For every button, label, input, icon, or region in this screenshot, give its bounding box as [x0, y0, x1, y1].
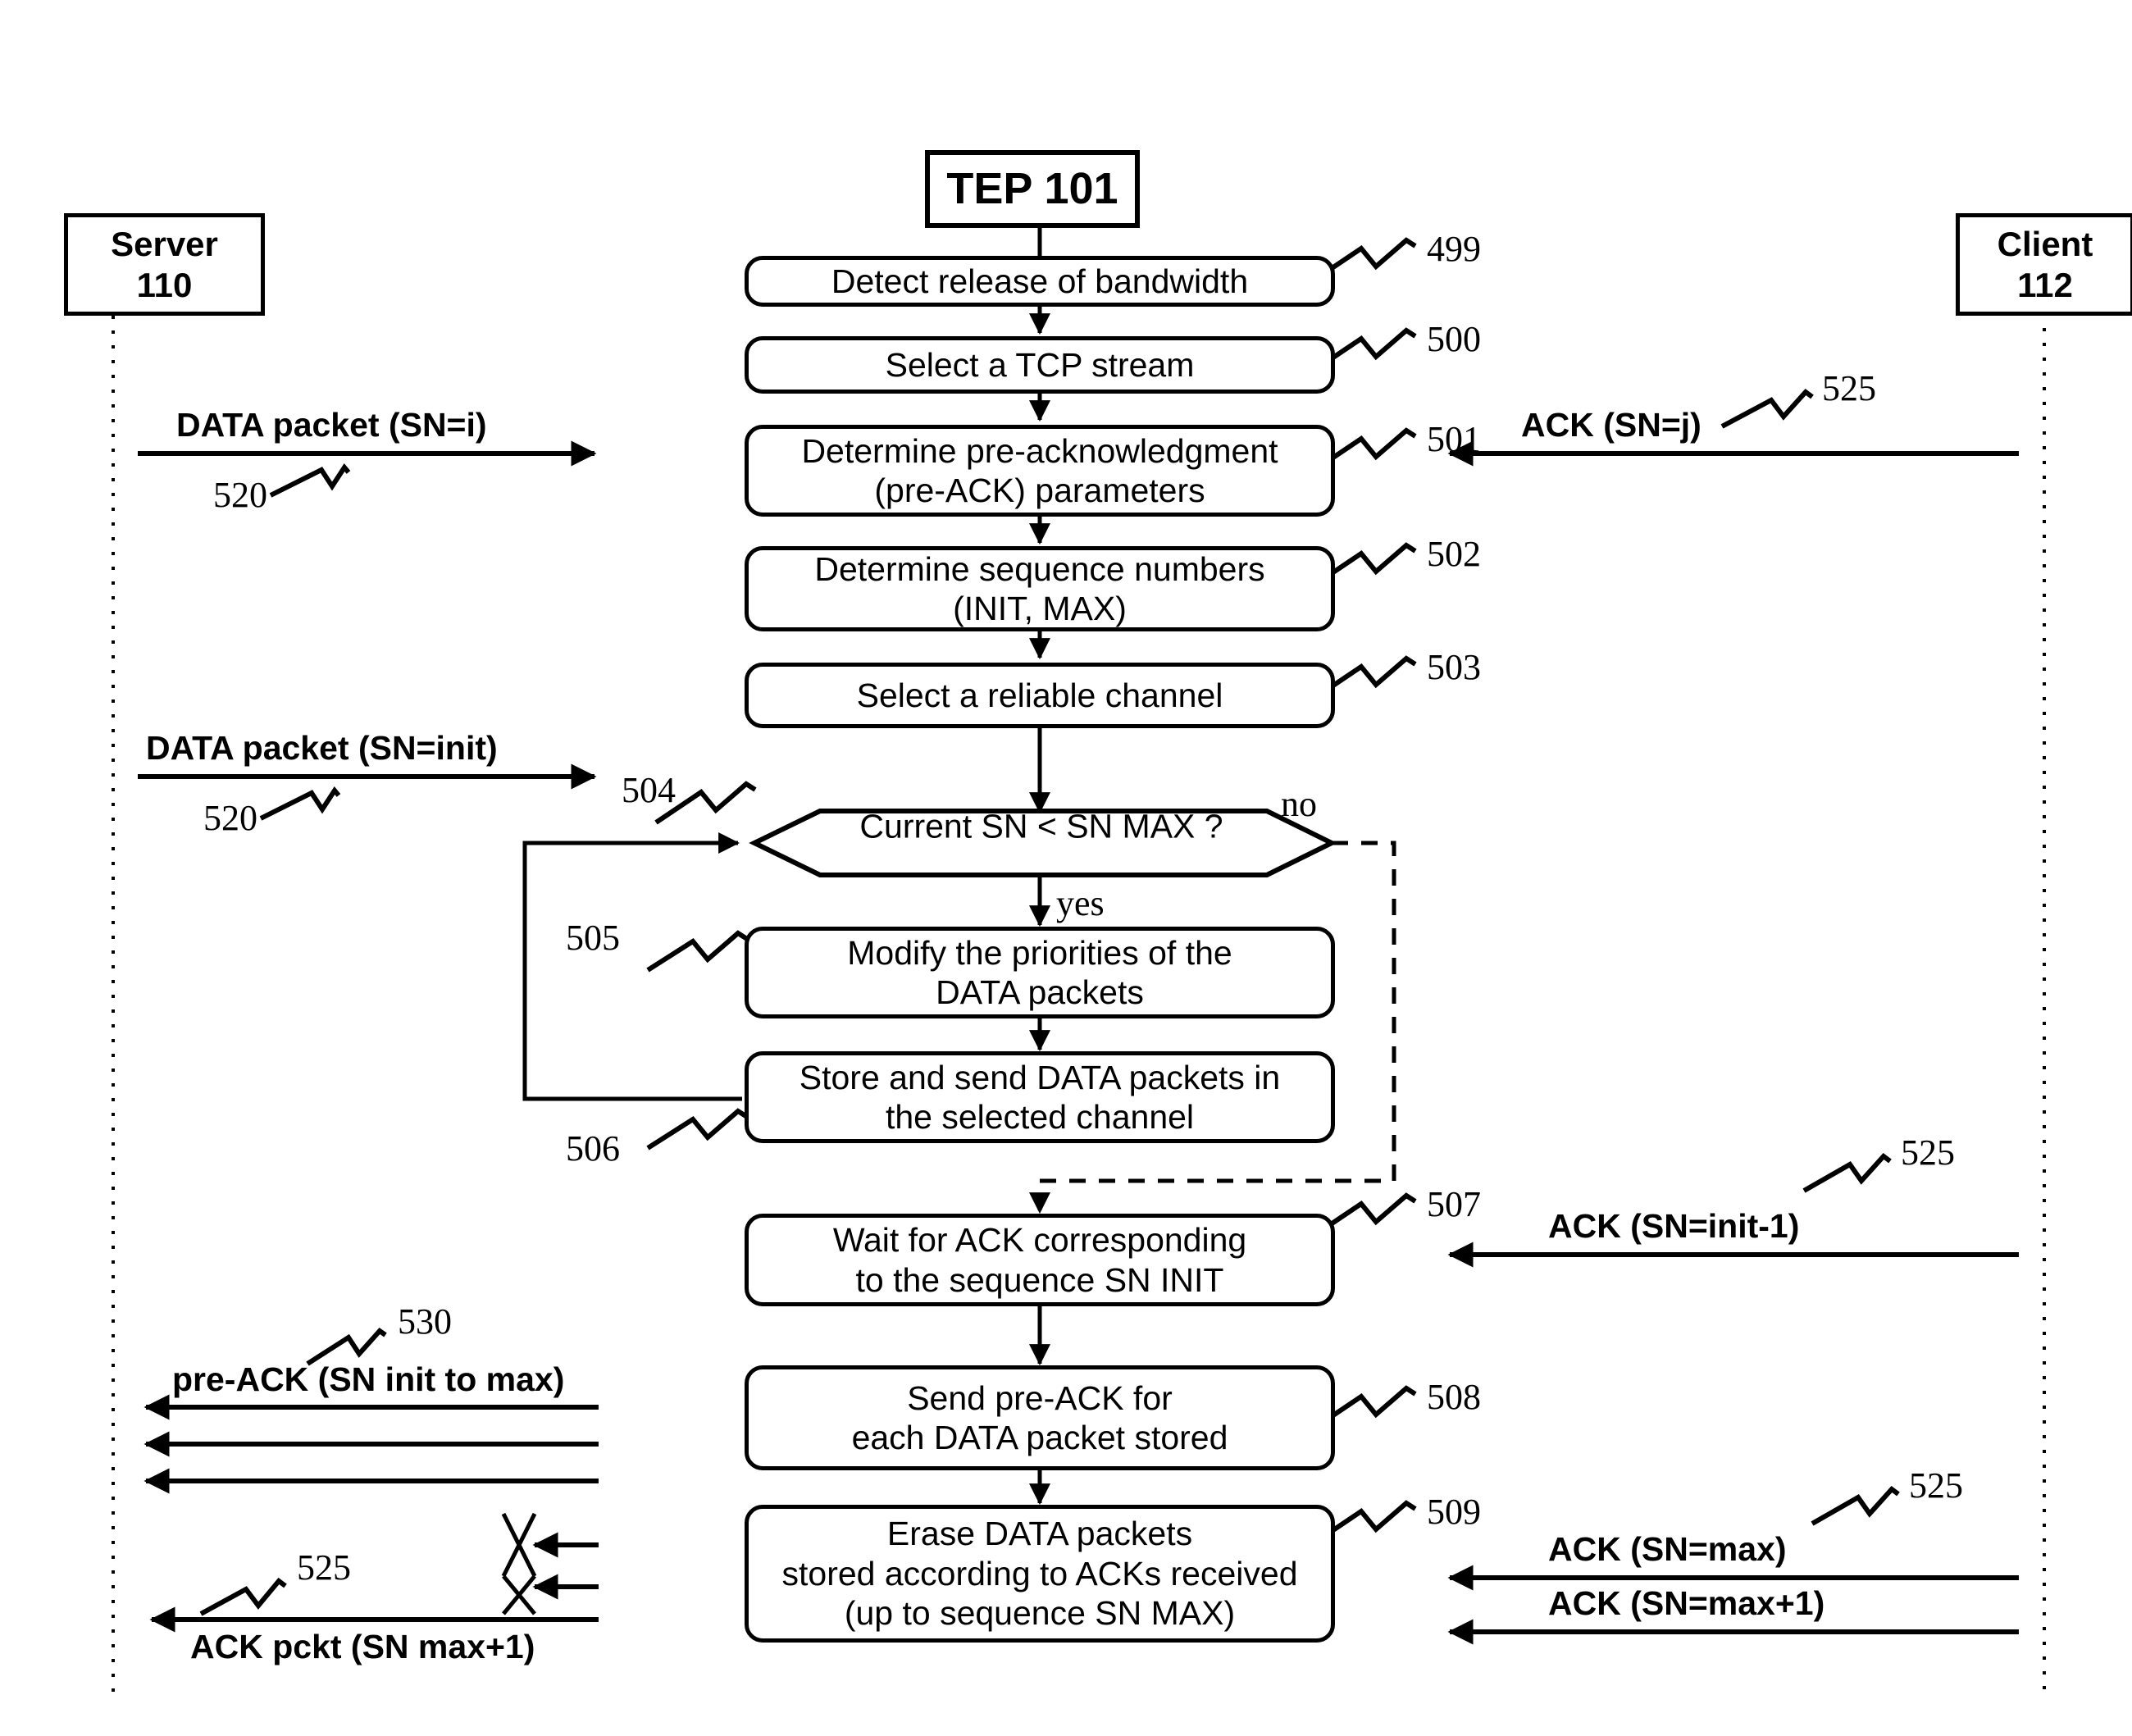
ref-squiggle-520-b — [259, 786, 341, 821]
ref-number-530: 530 — [398, 1301, 452, 1342]
ref-number-525-left: 525 — [297, 1547, 351, 1588]
ref-squiggle-520-a — [269, 462, 351, 498]
ref-squiggle-525-b — [1802, 1152, 1892, 1193]
step-507-wait-for-ack: Wait for ACK corresponding to the sequen… — [745, 1214, 1335, 1306]
step-507-line1: Wait for ACK corresponding — [832, 1221, 1247, 1260]
ref-number-501: 501 — [1427, 419, 1481, 459]
ref-number-508: 508 — [1427, 1377, 1481, 1417]
ref-squiggle-506 — [646, 1108, 749, 1150]
step-500-select-a-tcp-stream: Select a TCP stream — [745, 336, 1335, 394]
step-507-line2: to the sequence SN INIT — [855, 1260, 1224, 1299]
step-509-line2: stored according to ACKs received — [781, 1554, 1298, 1592]
label-preack-sn-init-to-max: pre-ACK (SN init to max) — [172, 1360, 565, 1398]
ref-number-507: 507 — [1427, 1184, 1481, 1224]
step-508-send-preack: Send pre-ACK for each DATA packet stored — [745, 1365, 1335, 1470]
ref-squiggle-525-c — [1811, 1485, 1900, 1526]
server-label: Server — [111, 224, 218, 263]
step-503-select-a-reliable-channel: Select a reliable channel — [745, 663, 1335, 728]
step-503-text: Select a reliable channel — [856, 676, 1223, 714]
step-505-line1: Modify the priorities of the — [847, 933, 1232, 972]
step-505-line2: DATA packets — [936, 973, 1144, 1011]
ref-number-509: 509 — [1427, 1492, 1481, 1532]
ref-number-525-a: 525 — [1822, 368, 1876, 408]
connector-loopback-506-to-decision — [522, 832, 742, 1101]
step-509-line3: (up to sequence SN MAX) — [844, 1594, 1236, 1633]
step-502-determine-sequence-numbers: Determine sequence numbers (INIT, MAX) — [745, 546, 1335, 631]
decision-yes-label: yes — [1056, 883, 1105, 923]
diagram-canvas: Server 110 Client 112 TEP 101 Detect rel… — [0, 0, 2132, 1736]
step-501-line1: Determine pre-acknowledgment — [801, 431, 1278, 470]
step-501-determine-preack-parameters: Determine pre-acknowledgment (pre-ACK) p… — [745, 425, 1335, 517]
label-ack-sn-init-1: ACK (SN=init-1) — [1548, 1207, 1800, 1245]
ref-number-503: 503 — [1427, 647, 1481, 687]
ref-squiggle-530 — [306, 1327, 387, 1366]
step-505-modify-priorities: Modify the priorities of the DATA packet… — [745, 927, 1335, 1018]
server-endpoint-box: Server 110 — [64, 213, 265, 316]
client-label: Client — [1997, 224, 2093, 263]
step-501-line2: (pre-ACK) parameters — [874, 472, 1205, 509]
step-500-text: Select a TCP stream — [885, 345, 1195, 384]
ref-number-525-b: 525 — [1901, 1132, 1955, 1173]
step-506-line1: Store and send DATA packets in — [799, 1058, 1281, 1096]
ref-number-505: 505 — [566, 918, 620, 958]
step-506-line2: the selected channel — [885, 1098, 1195, 1136]
ref-number-520-b: 520 — [203, 798, 257, 838]
decision-504-text: Current SN < SN MAX ? — [859, 807, 1223, 845]
ref-number-506: 506 — [566, 1128, 620, 1169]
ref-squiggle-525-left — [199, 1577, 287, 1616]
ref-number-502: 502 — [1427, 534, 1481, 574]
step-502-line1: Determine sequence numbers — [814, 549, 1265, 588]
label-data-packet-sn-i: DATA packet (SN=i) — [176, 406, 487, 444]
tep-label: TEP 101 — [946, 163, 1118, 213]
step-502-line2: (INIT, MAX) — [953, 590, 1127, 627]
ref-number-520-a: 520 — [213, 475, 267, 515]
ref-number-499: 499 — [1427, 229, 1481, 269]
ref-number-525-c: 525 — [1909, 1465, 1963, 1506]
step-506-store-and-send-data-packets: Store and send DATA packets in the selec… — [745, 1051, 1335, 1143]
label-data-packet-sn-init: DATA packet (SN=init) — [146, 729, 498, 767]
step-499-detect-release-of-bandwidth: Detect release of bandwidth — [745, 256, 1335, 307]
server-number: 110 — [136, 265, 193, 304]
ref-number-500: 500 — [1427, 319, 1481, 359]
ref-number-504: 504 — [622, 770, 676, 810]
ref-squiggle-525-a — [1720, 388, 1814, 429]
client-endpoint-box: Client 112 — [1956, 213, 2132, 316]
step-508-line1: Send pre-ACK for — [907, 1378, 1173, 1417]
label-ack-sn-j: ACK (SN=j) — [1521, 406, 1702, 444]
step-509-line1: Erase DATA packets — [886, 1515, 1193, 1553]
step-499-text: Detect release of bandwidth — [831, 262, 1249, 300]
decision-no-label: no — [1281, 784, 1317, 824]
label-ack-pckt-sn-max-plus-1: ACK pckt (SN max+1) — [190, 1628, 535, 1665]
label-ack-sn-max-plus-1: ACK (SN=max+1) — [1548, 1584, 1825, 1622]
tep-box: TEP 101 — [925, 150, 1140, 228]
client-number: 112 — [2017, 265, 2073, 304]
step-508-line2: each DATA packet stored — [851, 1419, 1228, 1456]
step-509-erase-data-packets: Erase DATA packets stored according to A… — [745, 1505, 1335, 1643]
label-ack-sn-max: ACK (SN=max) — [1548, 1530, 1787, 1568]
ref-squiggle-505 — [646, 930, 749, 973]
